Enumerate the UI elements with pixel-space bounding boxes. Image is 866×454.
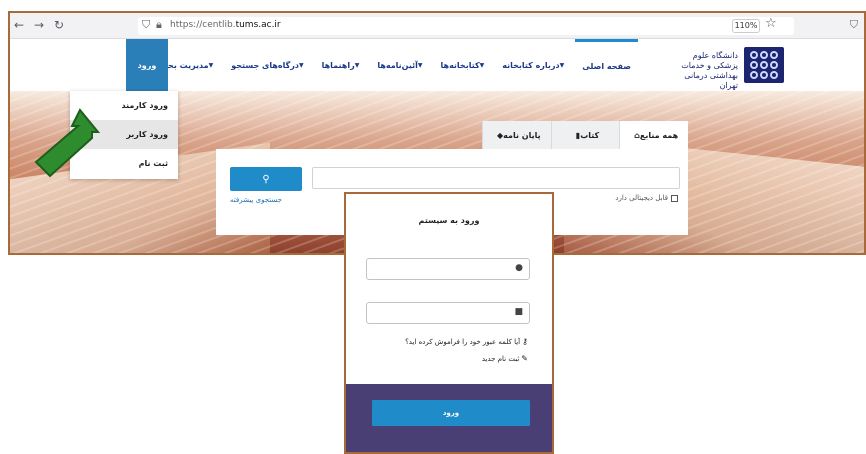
chevron-down-icon: ▼ — [354, 61, 360, 69]
annotation-arrow — [34, 108, 101, 178]
forgot-password-link[interactable]: ⚷ آیا کلمه عبور خود را فراموش کرده اید؟ — [405, 337, 528, 346]
reload-icon[interactable]: ↻ — [54, 18, 64, 32]
digital-checkbox[interactable] — [671, 194, 678, 202]
tab-all-resources[interactable]: ⌂ همه منابع — [619, 121, 688, 149]
login-submit-button[interactable]: ورود — [372, 400, 530, 426]
nav-item-regulations[interactable]: آئین‌نامه‌ها ▼ — [370, 39, 433, 91]
login-footer: ورود — [346, 384, 552, 452]
nav-item-libraries[interactable]: کتابخانه‌ها ▼ — [434, 39, 496, 91]
advanced-search-link[interactable]: جستجوی پیشرفته — [230, 196, 282, 204]
url-text: https://centlib.tums.ac.ir — [170, 20, 281, 30]
search-icon: ⚲ — [262, 173, 270, 185]
screenshot: ← → ↻ ⛉ 🔒︎ https://centlib.tums.ac.ir 11… — [0, 0, 866, 454]
login-title: ورود به سیستم — [418, 216, 480, 225]
edit-icon: ✎ — [521, 354, 528, 363]
chevron-down-icon: ▼ — [298, 61, 304, 69]
star-icon[interactable]: ☆ — [765, 16, 777, 31]
digital-filter[interactable]: قابل دیجیتالی دارد — [615, 194, 678, 202]
nav-item-guides[interactable]: راهنماها ▼ — [315, 39, 371, 91]
shield-icon: ⛉ — [142, 18, 151, 31]
login-menu-button[interactable]: ورود — [126, 39, 168, 91]
lock-icon: 🔒︎ — [156, 18, 162, 31]
nav-item-search-portals[interactable]: درگاه‌های جستجو ▼ — [224, 39, 314, 91]
tab-books[interactable]: ▮ کتاب — [550, 121, 620, 149]
browser-toolbar: ← → ↻ ⛉ 🔒︎ https://centlib.tums.ac.ir 11… — [10, 13, 864, 39]
nav-item-home[interactable]: صفحه اصلی — [575, 39, 638, 91]
chevron-down-icon: ▼ — [417, 61, 423, 69]
forward-icon[interactable]: → — [34, 18, 44, 32]
chevron-down-icon: ▼ — [559, 61, 565, 69]
username-field[interactable]: ● — [366, 258, 530, 280]
chevron-down-icon: ▼ — [208, 61, 214, 69]
back-icon[interactable]: ← — [14, 18, 24, 32]
login-form: ورود به سیستم ● ■ ⚷ آیا کلمه عبور خود را … — [346, 194, 552, 384]
main-menu: صفحه اصلی درباره کتابخانه ▼ کتابخانه‌ها ▼ … — [147, 39, 638, 91]
search-tabs: ⌂ همه منابع ▮ کتاب ◆ پایان نامه — [481, 121, 688, 149]
chevron-down-icon: ▼ — [479, 61, 485, 69]
user-icon: ● — [515, 263, 523, 273]
university-logo[interactable] — [744, 47, 784, 83]
nav-item-about[interactable]: درباره کتابخانه ▼ — [495, 39, 575, 91]
search-button[interactable]: ⚲ — [230, 167, 302, 191]
shield-icon[interactable]: ⛉ — [850, 18, 858, 32]
tab-theses[interactable]: ◆ پایان نامه — [481, 121, 551, 149]
password-field[interactable]: ■ — [366, 302, 530, 324]
login-card: ورود به سیستم ● ■ ⚷ آیا کلمه عبور خود را … — [344, 192, 554, 454]
logo-text: دانشگاه علوم پزشکی و خدمات بهداشتی درمان… — [681, 51, 738, 90]
lock-icon: ■ — [514, 307, 523, 317]
address-bar[interactable]: ⛉ 🔒︎ https://centlib.tums.ac.ir — [138, 17, 794, 35]
site-navbar: دانشگاه علوم پزشکی و خدمات بهداشتی درمان… — [10, 39, 864, 91]
zoom-level[interactable]: 110% — [732, 19, 760, 33]
register-link[interactable]: ✎ ثبت نام جدید — [482, 354, 528, 363]
key-icon: ⚷ — [522, 337, 528, 346]
search-input[interactable] — [312, 167, 680, 189]
